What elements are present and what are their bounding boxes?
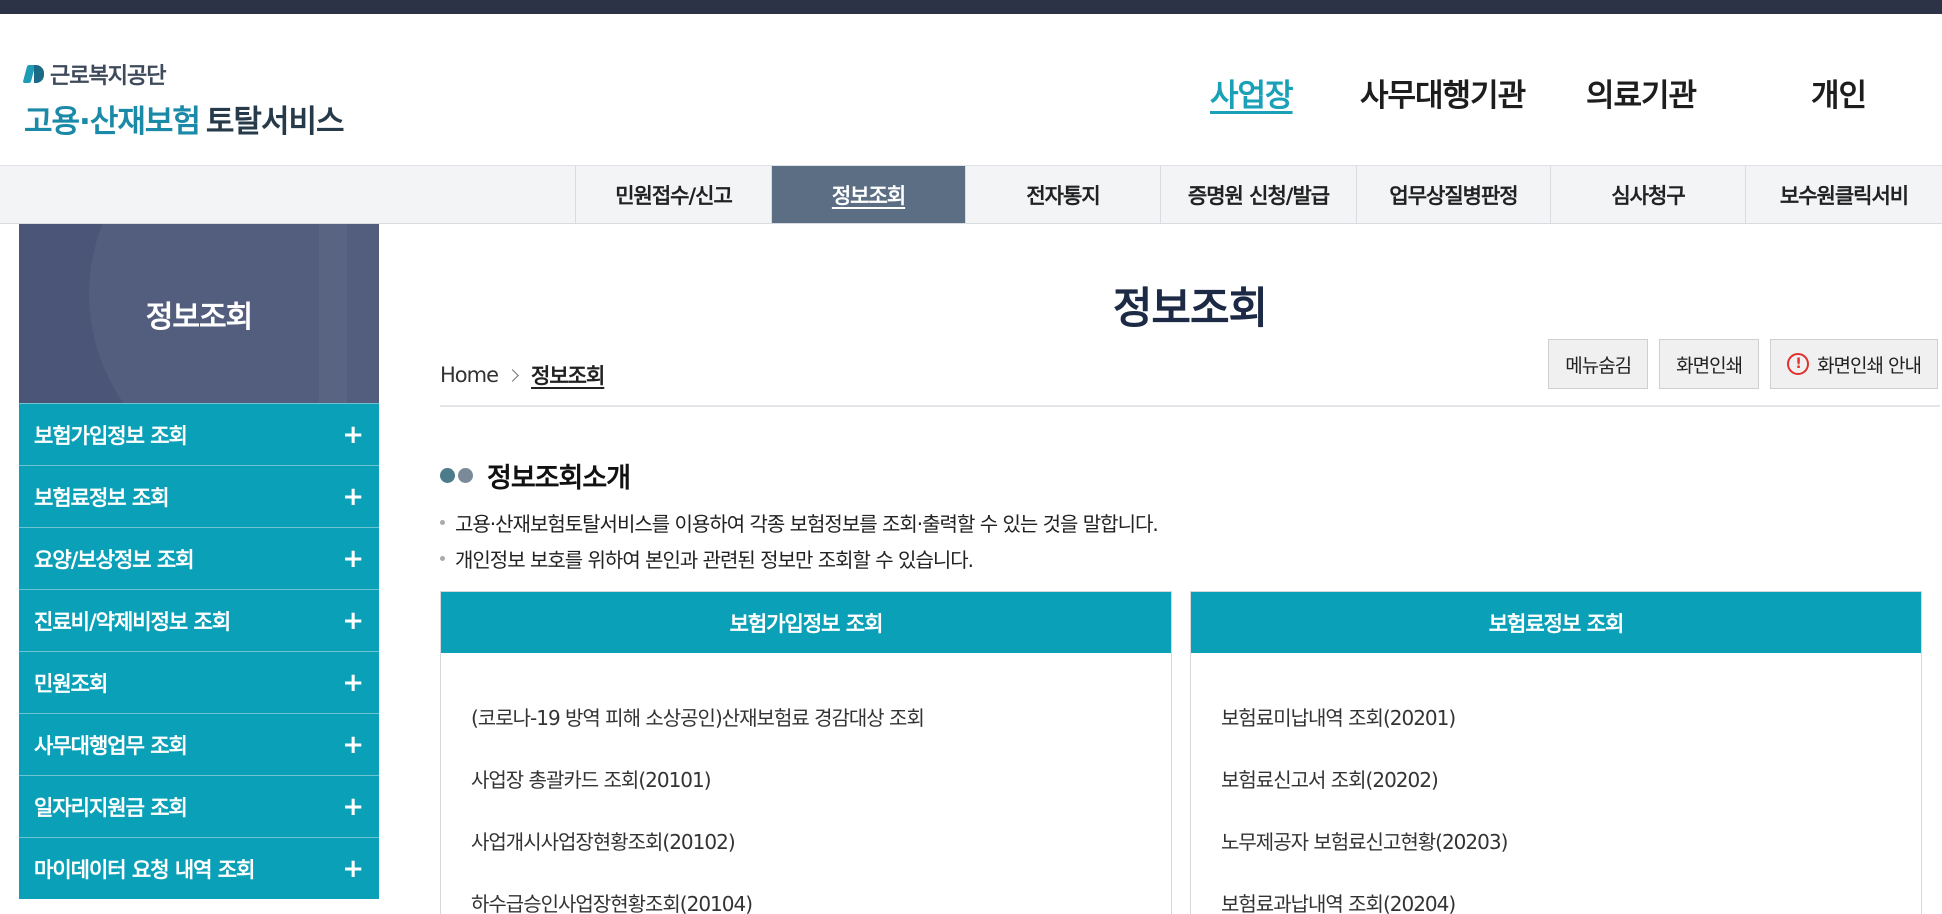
menu-item-certificate[interactable]: 증명원 신청/발급	[1160, 166, 1356, 223]
page-tools: 메뉴숨김 화면인쇄 ! 화면인쇄 안내	[1548, 339, 1938, 389]
sidebar-item-label: 일자리지원금 조회	[34, 795, 188, 820]
plus-icon[interactable]: +	[342, 484, 364, 510]
site-header: 근로복지공단 고용·산재보험 토탈서비스 사업장 사무대행기관 의료기관 개인	[0, 14, 1942, 165]
top-nav-medical[interactable]: 의료기관	[1586, 70, 1697, 115]
sidebar-item-label: 진료비/약제비정보 조회	[34, 609, 231, 634]
box-link-list: 보험료미납내역 조회(20201) 보험료신고서 조회(20202) 노무제공자…	[1191, 653, 1921, 914]
box-link[interactable]: 보험료신고서 조회(20202)	[1221, 747, 1921, 809]
intro-list: 고용·산재보험토탈서비스를 이용하여 각종 보험정보를 조회·출력할 수 있는 …	[440, 504, 1159, 576]
plus-icon[interactable]: +	[342, 422, 364, 448]
top-utility-bar	[0, 0, 1942, 14]
sidebar: 정보조회 보험가입정보 조회 + 보험료정보 조회 + 요양/보상정보 조회 + 진료…	[19, 224, 379, 899]
top-nav-workplace[interactable]: 사업장	[1210, 70, 1294, 115]
plus-icon[interactable]: +	[342, 546, 364, 572]
sidebar-item-label: 민원조회	[34, 671, 108, 696]
sidebar-title: 정보조회	[145, 299, 253, 335]
breadcrumb: Home 정보조회	[440, 360, 605, 390]
plus-icon[interactable]: +	[342, 732, 364, 758]
sidebar-item-mydata[interactable]: 마이데이터 요청 내역 조회 +	[19, 837, 379, 899]
breadcrumb-current[interactable]: 정보조회	[531, 360, 605, 390]
box-title: 보험료정보 조회	[1191, 592, 1921, 653]
menu-item-e-notice[interactable]: 전자통지	[965, 166, 1160, 223]
insurance-join-box: 보험가입정보 조회 (코로나-19 방역 피해 소상공인)산재보험료 경감대상 …	[440, 591, 1172, 914]
premium-box: 보험료정보 조회 보험료미납내역 조회(20201) 보험료신고서 조회(202…	[1190, 591, 1922, 914]
plus-icon[interactable]: +	[342, 608, 364, 634]
menu-item-civil-petition[interactable]: 민원접수/신고	[575, 166, 771, 223]
menu-item-review-request[interactable]: 심사청구	[1550, 166, 1745, 223]
sidebar-item-label: 요양/보상정보 조회	[34, 547, 195, 572]
sidebar-item-care-compensation[interactable]: 요양/보상정보 조회 +	[19, 527, 379, 589]
box-link[interactable]: 하수급승인사업장현황조회(20104)	[471, 871, 1171, 914]
sidebar-item-premium[interactable]: 보험료정보 조회 +	[19, 465, 379, 527]
menu-item-pay-one-click[interactable]: 보수원클릭서비	[1745, 166, 1942, 223]
section-title: 정보조회소개	[440, 456, 631, 495]
box-link[interactable]: (코로나-19 방역 피해 소상공인)산재보험료 경감대상 조회	[471, 685, 1171, 747]
print-label: 화면인쇄	[1676, 354, 1743, 377]
box-link[interactable]: 노무제공자 보험료신고현황(20203)	[1221, 809, 1921, 871]
top-nav: 사업장 사무대행기관 의료기관 개인	[0, 70, 1942, 130]
top-nav-individual[interactable]: 개인	[1811, 70, 1867, 115]
box-link[interactable]: 사업개시사업장현황조회(20102)	[471, 809, 1171, 871]
sidebar-item-agency-work[interactable]: 사무대행업무 조회 +	[19, 713, 379, 775]
section-bullet-icon	[440, 468, 473, 483]
box-link-list: (코로나-19 방역 피해 소상공인)산재보험료 경감대상 조회 사업장 총괄카…	[441, 653, 1171, 914]
sidebar-item-label: 보험료정보 조회	[34, 485, 170, 510]
warning-icon: !	[1787, 353, 1810, 375]
section-title-text: 정보조회소개	[487, 463, 631, 494]
plus-icon[interactable]: +	[342, 670, 364, 696]
sidebar-item-insurance-join[interactable]: 보험가입정보 조회 +	[19, 403, 379, 465]
chevron-right-icon	[506, 368, 519, 382]
page-title: 정보조회	[1112, 284, 1268, 334]
intro-item: 고용·산재보험토탈서비스를 이용하여 각종 보험정보를 조회·출력할 수 있는 …	[440, 504, 1159, 540]
sidebar-item-label: 보험가입정보 조회	[34, 423, 188, 448]
box-link[interactable]: 보험료미납내역 조회(20201)	[1221, 685, 1921, 747]
box-title: 보험가입정보 조회	[441, 592, 1171, 653]
sidebar-item-label: 사무대행업무 조회	[34, 733, 188, 758]
main-menu-bar: 민원접수/신고 정보조회 전자통지 증명원 신청/발급 업무상질병판정 심사청구…	[0, 165, 1942, 224]
sidebar-header: 정보조회	[19, 224, 379, 403]
print-button[interactable]: 화면인쇄	[1659, 339, 1760, 389]
plus-icon[interactable]: +	[342, 794, 364, 820]
top-nav-agency[interactable]: 사무대행기관	[1360, 70, 1526, 115]
breadcrumb-home[interactable]: Home	[440, 363, 499, 387]
sidebar-item-job-support[interactable]: 일자리지원금 조회 +	[19, 775, 379, 837]
hide-menu-button[interactable]: 메뉴숨김	[1548, 339, 1649, 389]
sidebar-item-label: 마이데이터 요청 내역 조회	[34, 857, 255, 882]
sidebar-item-medical-fee[interactable]: 진료비/약제비정보 조회 +	[19, 589, 379, 651]
box-link[interactable]: 보험료과납내역 조회(20204)	[1221, 871, 1921, 914]
box-link[interactable]: 사업장 총괄카드 조회(20101)	[471, 747, 1171, 809]
print-guide-label: 화면인쇄 안내	[1817, 354, 1922, 377]
intro-item: 개인정보 보호를 위하여 본인과 관련된 정보만 조회할 수 있습니다.	[440, 540, 1158, 576]
menu-item-disease-judgment[interactable]: 업무상질병판정	[1356, 166, 1550, 223]
title-divider	[440, 405, 1940, 407]
sidebar-item-civil-lookup[interactable]: 민원조회 +	[19, 651, 379, 713]
print-guide-button[interactable]: ! 화면인쇄 안내	[1770, 339, 1938, 389]
menu-item-info-lookup[interactable]: 정보조회	[771, 166, 965, 223]
plus-icon[interactable]: +	[342, 856, 364, 882]
hide-menu-label: 메뉴숨김	[1565, 354, 1632, 377]
